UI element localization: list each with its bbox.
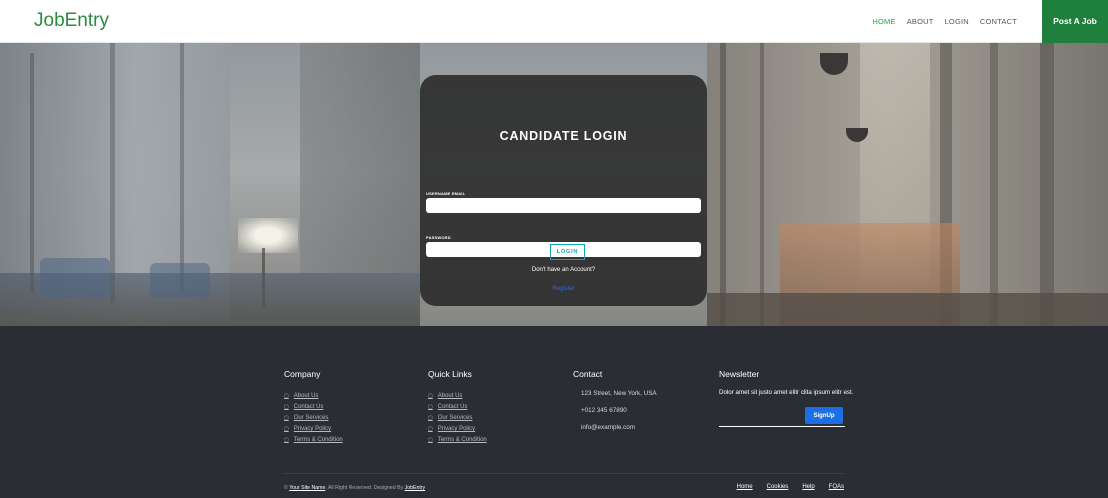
newsletter-text: Dolor amet sit justo amet elitr clita ip…	[719, 389, 854, 396]
link-label: Privacy Policy	[293, 426, 332, 432]
chevron-right-icon: ▢	[428, 404, 433, 410]
chevron-right-icon: ▢	[428, 426, 433, 432]
footer: Company ▢ About Us ▢ Contact Us ▢ Our Servi…	[0, 326, 1108, 498]
footer-company-link[interactable]: ▢ Privacy Policy	[284, 425, 343, 433]
chevron-right-icon: ▢	[284, 404, 289, 410]
nav-about[interactable]: ABOUT	[907, 17, 934, 26]
contact-phone: +012 345 67890	[581, 407, 627, 414]
footer-help-link[interactable]: Help	[802, 484, 814, 490]
link-label: Terms & Condition	[437, 437, 487, 443]
footer-quick-link[interactable]: ▢ Contact Us	[428, 403, 487, 411]
nav-links: HOME ABOUT LOGIN CONTACT Post A Job	[872, 0, 1108, 43]
footer-newsletter-column: Newsletter Dolor amet sit justo amet eli…	[719, 369, 854, 427]
designer-link[interactable]: JobEntry	[405, 485, 425, 491]
chevron-right-icon: ▢	[284, 426, 289, 432]
footer-quick-links-column: Quick Links ▢ About Us ▢ Contact Us ▢ Our S…	[428, 369, 487, 447]
footer-company-link[interactable]: ▢ Contact Us	[284, 403, 343, 411]
footer-company-column: Company ▢ About Us ▢ Contact Us ▢ Our Servi…	[284, 369, 343, 447]
username-input[interactable]	[426, 198, 701, 213]
link-label: Contact Us	[293, 404, 324, 410]
copyright-middle: , All Right Reserved. Designed By	[325, 485, 404, 491]
nav-home[interactable]: HOME	[872, 17, 895, 26]
link-label: Contact Us	[437, 404, 468, 410]
chevron-right-icon: ▢	[428, 437, 433, 443]
footer-quick-link[interactable]: ▢ Terms & Condition	[428, 436, 487, 444]
link-label: About Us	[293, 393, 319, 399]
footer-quick-link[interactable]: ▢ Privacy Policy	[428, 425, 487, 433]
copyright-symbol: ©	[284, 485, 288, 491]
footer-quick-link[interactable]: ▢ Our Services	[428, 414, 487, 422]
register-link[interactable]: Register	[420, 286, 707, 292]
chevron-right-icon: ▢	[284, 393, 289, 399]
footer-contact-title: Contact	[573, 369, 603, 379]
footer-company-title: Company	[284, 369, 321, 379]
newsletter-email-input[interactable]: SignUp	[719, 407, 845, 427]
contact-address: 123 Street, New York, USA	[581, 390, 657, 397]
footer-home-link[interactable]: Home	[737, 484, 753, 490]
copyright-text: © Your Site Name, All Right Reserved. De…	[284, 485, 425, 491]
footer-company-link[interactable]: ▢ Our Services	[284, 414, 343, 422]
signup-button[interactable]: SignUp	[805, 407, 843, 424]
hero-background: CANDIDATE LOGIN USERNAME EMAIL PASSWORD …	[0, 43, 1108, 326]
footer-faqs-link[interactable]: FQAs	[829, 484, 844, 490]
footer-company-link[interactable]: ▢ Terms & Condition	[284, 436, 343, 444]
chevron-right-icon: ▢	[428, 393, 433, 399]
nav-contact[interactable]: CONTACT	[980, 17, 1017, 26]
link-label: Terms & Condition	[293, 437, 343, 443]
link-label: About Us	[437, 393, 463, 399]
navbar: JobEntry HOME ABOUT LOGIN CONTACT Post A…	[0, 0, 1108, 43]
link-label: Our Services	[437, 415, 473, 421]
no-account-text: Don't have an Account?	[531, 267, 596, 273]
footer-cookies-link[interactable]: Cookies	[767, 484, 789, 490]
login-button[interactable]: LOGIN	[550, 244, 585, 260]
footer-bottom-links: Home Cookies Help FQAs	[737, 484, 844, 490]
contact-email: info@example.com	[581, 424, 635, 431]
link-label: Privacy Policy	[437, 426, 476, 432]
site-name-link[interactable]: Your Site Name	[289, 485, 325, 491]
login-title: CANDIDATE LOGIN	[499, 129, 628, 143]
footer-quick-links-title: Quick Links	[428, 369, 472, 379]
footer-contact-column: Contact 123 Street, New York, USA +012 3…	[573, 369, 657, 436]
chevron-right-icon: ▢	[428, 415, 433, 421]
footer-quick-link[interactable]: ▢ About Us	[428, 392, 487, 400]
post-job-button[interactable]: Post A Job	[1042, 0, 1108, 43]
footer-newsletter-title: Newsletter	[719, 369, 760, 379]
link-label: Our Services	[293, 415, 329, 421]
login-card: CANDIDATE LOGIN USERNAME EMAIL PASSWORD …	[420, 75, 707, 306]
brand-logo[interactable]: JobEntry	[34, 10, 109, 32]
chevron-right-icon: ▢	[284, 415, 289, 421]
chevron-right-icon: ▢	[284, 437, 289, 443]
footer-company-link[interactable]: ▢ About Us	[284, 392, 343, 400]
footer-divider	[283, 473, 844, 474]
username-label: USERNAME EMAIL	[426, 191, 466, 196]
password-label: PASSWORD	[426, 235, 451, 240]
nav-login[interactable]: LOGIN	[945, 17, 969, 26]
